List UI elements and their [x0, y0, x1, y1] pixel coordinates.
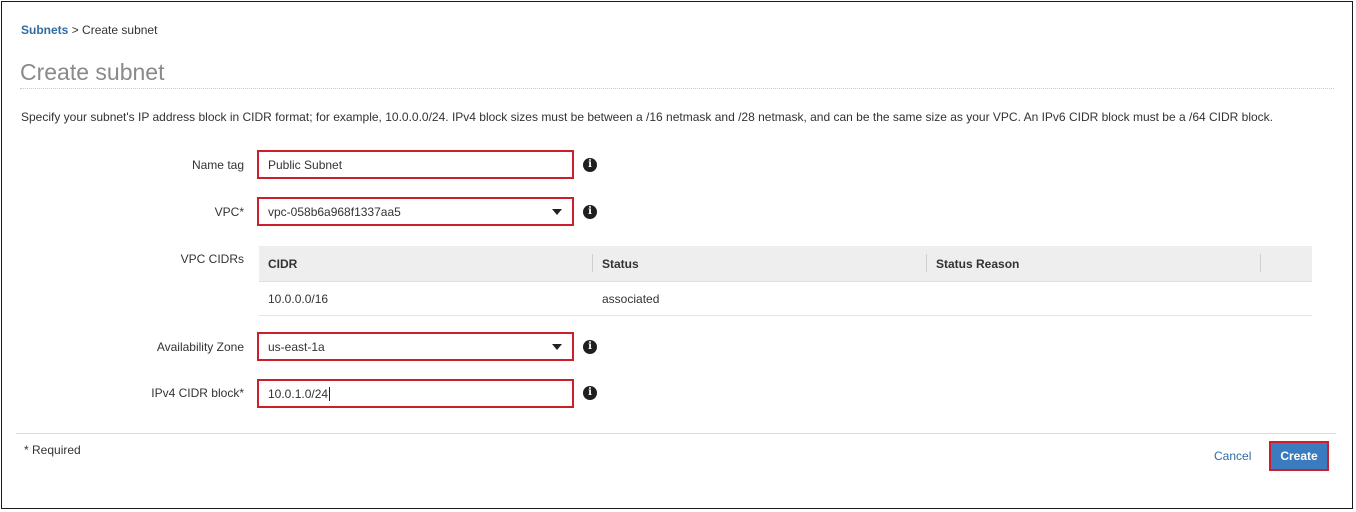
- status-reason-cell: [927, 282, 1261, 315]
- create-button-label: Create: [1280, 449, 1318, 463]
- availability-zone-label: Availability Zone: [156, 340, 244, 354]
- availability-zone-select[interactable]: us-east-1a: [257, 332, 574, 361]
- availability-zone-selected-value: us-east-1a: [268, 339, 325, 354]
- name-tag-label: Name tag: [191, 158, 244, 172]
- spacer-cell: [1261, 282, 1312, 315]
- footer-divider: [16, 433, 1336, 434]
- ipv4-cidr-input[interactable]: 10.0.1.0/24: [257, 379, 574, 408]
- form-description: Specify your subnet's IP address block i…: [21, 110, 1274, 124]
- chevron-down-icon: [552, 209, 562, 215]
- breadcrumb-separator: >: [71, 23, 79, 37]
- required-note: * Required: [24, 443, 81, 457]
- cidr-cell: 10.0.0.0/16: [268, 291, 329, 306]
- name-tag-value: Public Subnet: [268, 157, 343, 172]
- column-header-spacer: [1261, 246, 1312, 281]
- info-icon[interactable]: i: [583, 205, 597, 219]
- table-row: 10.0.0.0/16 associated: [259, 282, 1312, 316]
- breadcrumb: Subnets > Create subnet: [21, 23, 157, 37]
- breadcrumb-subnets-link[interactable]: Subnets: [21, 23, 68, 37]
- ipv4-cidr-label: IPv4 CIDR block*: [151, 386, 244, 400]
- page-title: Create subnet: [20, 58, 1334, 89]
- create-button[interactable]: Create: [1269, 441, 1329, 471]
- vpc-cidrs-label: VPC CIDRs: [180, 252, 244, 266]
- name-tag-input[interactable]: Public Subnet: [257, 150, 574, 179]
- chevron-down-icon: [552, 344, 562, 350]
- info-icon[interactable]: i: [583, 340, 597, 354]
- column-header-cidr[interactable]: CIDR: [259, 246, 593, 281]
- column-header-status[interactable]: Status: [593, 246, 927, 281]
- ipv4-cidr-value: 10.0.1.0/24: [268, 386, 329, 401]
- vpc-label: VPC*: [214, 205, 244, 219]
- info-icon[interactable]: i: [583, 158, 597, 172]
- table-header: CIDR Status Status Reason: [259, 246, 1312, 282]
- vpc-select[interactable]: vpc-058b6a968f1337aa5: [257, 197, 574, 226]
- vpc-selected-value: vpc-058b6a968f1337aa5: [268, 204, 401, 219]
- status-cell: associated: [602, 291, 660, 306]
- create-subnet-panel: Subnets > Create subnet Create subnet Sp…: [1, 1, 1353, 509]
- breadcrumb-current: Create subnet: [82, 23, 158, 37]
- info-icon[interactable]: i: [583, 386, 597, 400]
- cancel-button[interactable]: Cancel: [1214, 449, 1251, 463]
- column-header-status-reason[interactable]: Status Reason: [927, 246, 1261, 281]
- text-cursor: [329, 386, 331, 401]
- vpc-cidrs-table: CIDR Status Status Reason 10.0.0.0/16 as…: [259, 246, 1312, 316]
